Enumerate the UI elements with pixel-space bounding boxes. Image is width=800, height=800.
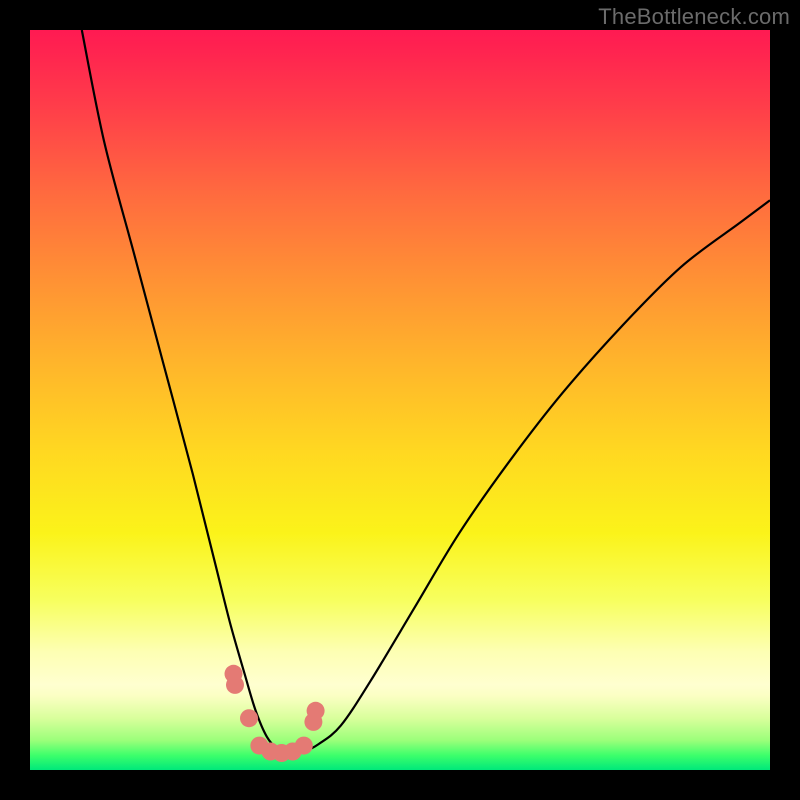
- watermark-text: TheBottleneck.com: [598, 4, 790, 30]
- chart-svg: [30, 30, 770, 770]
- bottleneck-curve: [82, 30, 770, 753]
- marker-point: [295, 737, 313, 755]
- marker-point: [226, 676, 244, 694]
- marker-point: [240, 709, 258, 727]
- marker-point: [307, 702, 325, 720]
- plot-area: [30, 30, 770, 770]
- marker-group: [225, 665, 325, 762]
- chart-frame: TheBottleneck.com: [0, 0, 800, 800]
